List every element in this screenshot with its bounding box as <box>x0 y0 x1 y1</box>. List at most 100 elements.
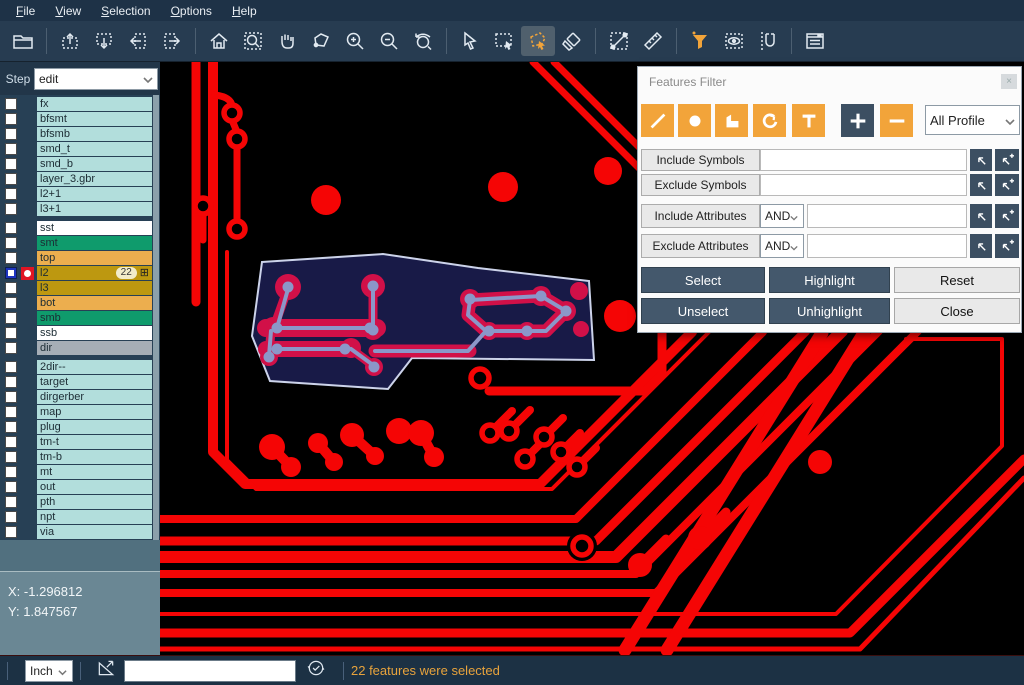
layer-row-target[interactable]: target <box>0 375 160 389</box>
layer-checkbox[interactable] <box>5 361 17 373</box>
layer-chip[interactable]: l222⊞ <box>37 266 152 280</box>
layer-checkbox[interactable] <box>5 173 17 185</box>
layer-chip[interactable]: l3 <box>37 281 152 295</box>
import-up-icon[interactable] <box>53 26 87 56</box>
layer-checkbox[interactable] <box>5 188 17 200</box>
zoom-polygon-icon[interactable] <box>304 26 338 56</box>
layer-chip[interactable]: fx <box>37 97 152 111</box>
import-left-icon[interactable] <box>121 26 155 56</box>
exclude-attributes-op-select[interactable]: AND <box>760 234 804 258</box>
layer-chip[interactable]: l3+1 <box>37 202 152 216</box>
layer-row-plug[interactable]: plug <box>0 420 160 434</box>
layer-checkbox[interactable] <box>5 222 17 234</box>
layer-row-bot[interactable]: bot <box>0 296 160 310</box>
zoom-out-icon[interactable] <box>372 26 406 56</box>
pick-symbols-icon[interactable] <box>970 149 992 171</box>
layer-chip[interactable]: smd_t <box>37 142 152 156</box>
layer-checkbox[interactable] <box>5 252 17 264</box>
layer-row-bfsmt[interactable]: bfsmt <box>0 112 160 126</box>
menu-help[interactable]: Help <box>222 2 267 20</box>
layer-row-sst[interactable]: sst <box>0 221 160 235</box>
layer-row-via[interactable]: via <box>0 525 160 539</box>
pick-symbols-icon[interactable] <box>970 174 992 196</box>
layer-chip[interactable]: npt <box>37 510 152 524</box>
layer-chip[interactable]: bfsmt <box>37 112 152 126</box>
filter-text-icon[interactable] <box>792 104 825 137</box>
measure-distance-icon[interactable] <box>602 26 636 56</box>
filter-line-icon[interactable] <box>641 104 674 137</box>
layer-chip[interactable]: mt <box>37 465 152 479</box>
layer-row-smb[interactable]: smb <box>0 311 160 325</box>
exclude-symbols-input[interactable] <box>760 174 967 196</box>
layer-checkbox[interactable] <box>5 511 17 523</box>
layer-checkbox[interactable] <box>5 496 17 508</box>
layer-row-out[interactable]: out <box>0 480 160 494</box>
layer-row-pth[interactable]: pth <box>0 495 160 509</box>
layer-chip[interactable]: 2dir-- <box>37 360 152 374</box>
close-button[interactable]: Close <box>894 298 1020 324</box>
layer-chip[interactable]: layer_3.gbr <box>37 172 152 186</box>
layer-checkbox[interactable] <box>5 128 17 140</box>
profile-select[interactable]: All Profile <box>925 105 1020 135</box>
layer-chip[interactable]: plug <box>37 420 152 434</box>
layer-row-top[interactable]: top <box>0 251 160 265</box>
layer-checkbox[interactable] <box>5 406 17 418</box>
layer-checkbox[interactable] <box>5 158 17 170</box>
select-cursor-icon[interactable] <box>453 26 487 56</box>
layer-row-map[interactable]: map <box>0 405 160 419</box>
step-select[interactable]: edit <box>34 68 158 90</box>
include-attributes-button[interactable]: Include Attributes <box>641 204 760 228</box>
grid-icon[interactable]: ⊞ <box>140 266 149 280</box>
include-attributes-op-select[interactable]: AND <box>760 204 804 228</box>
filter-surface-icon[interactable] <box>715 104 748 137</box>
layer-row-l2+1[interactable]: l2+1 <box>0 187 160 201</box>
layer-chip[interactable]: target <box>37 375 152 389</box>
layer-row-dirgerber[interactable]: dirgerber <box>0 390 160 404</box>
layer-checkbox[interactable] <box>5 297 17 309</box>
layer-row-ssb[interactable]: ssb <box>0 326 160 340</box>
layer-checkbox[interactable] <box>5 421 17 433</box>
layer-chip[interactable]: smt <box>37 236 152 250</box>
menu-view[interactable]: View <box>45 2 91 20</box>
select-button[interactable]: Select <box>641 267 765 293</box>
unit-select[interactable]: Inch <box>25 660 73 682</box>
layer-checkbox[interactable] <box>5 113 17 125</box>
include-attributes-input[interactable] <box>807 204 967 228</box>
filter-pad-icon[interactable] <box>678 104 711 137</box>
layer-checkbox[interactable] <box>5 327 17 339</box>
menu-selection[interactable]: Selection <box>91 2 160 20</box>
layer-checkbox[interactable] <box>5 98 17 110</box>
home-view-icon[interactable] <box>202 26 236 56</box>
layer-checkbox[interactable] <box>5 376 17 388</box>
exclude-symbols-button[interactable]: Exclude Symbols <box>641 174 760 196</box>
layer-chip[interactable]: l2+1 <box>37 187 152 201</box>
pick-add-attributes-icon[interactable] <box>995 234 1019 258</box>
include-symbols-button[interactable]: Include Symbols <box>641 149 760 171</box>
clear-highlight-icon[interactable] <box>555 26 589 56</box>
layer-checkbox[interactable] <box>5 481 17 493</box>
layer-row-smd_b[interactable]: smd_b <box>0 157 160 171</box>
layer-checkbox[interactable] <box>5 282 17 294</box>
layer-row-bfsmb[interactable]: bfsmb <box>0 127 160 141</box>
layer-row-dir[interactable]: dir <box>0 341 160 355</box>
layer-row-smt[interactable]: smt <box>0 236 160 250</box>
layer-chip[interactable]: smd_b <box>37 157 152 171</box>
layer-chip[interactable]: dir <box>37 341 152 355</box>
layer-row-tm-b[interactable]: tm-b <box>0 450 160 464</box>
layer-checkbox[interactable] <box>5 436 17 448</box>
layer-chip[interactable]: dirgerber <box>37 390 152 404</box>
layer-row-npt[interactable]: npt <box>0 510 160 524</box>
layer-checkbox[interactable] <box>5 267 17 279</box>
layer-chip[interactable]: top <box>37 251 152 265</box>
layer-chip[interactable]: smb <box>37 311 152 325</box>
filter-arc-icon[interactable] <box>753 104 786 137</box>
layer-checkbox[interactable] <box>5 391 17 403</box>
layer-row-fx[interactable]: fx <box>0 97 160 111</box>
layer-row-l3[interactable]: l3 <box>0 281 160 295</box>
layer-checkbox[interactable] <box>5 526 17 538</box>
layer-row-2dir--[interactable]: 2dir-- <box>0 360 160 374</box>
layer-checkbox[interactable] <box>5 203 17 215</box>
exclude-attributes-button[interactable]: Exclude Attributes <box>641 234 760 258</box>
ruler-icon[interactable] <box>636 26 670 56</box>
menu-file[interactable]: File <box>6 2 45 20</box>
